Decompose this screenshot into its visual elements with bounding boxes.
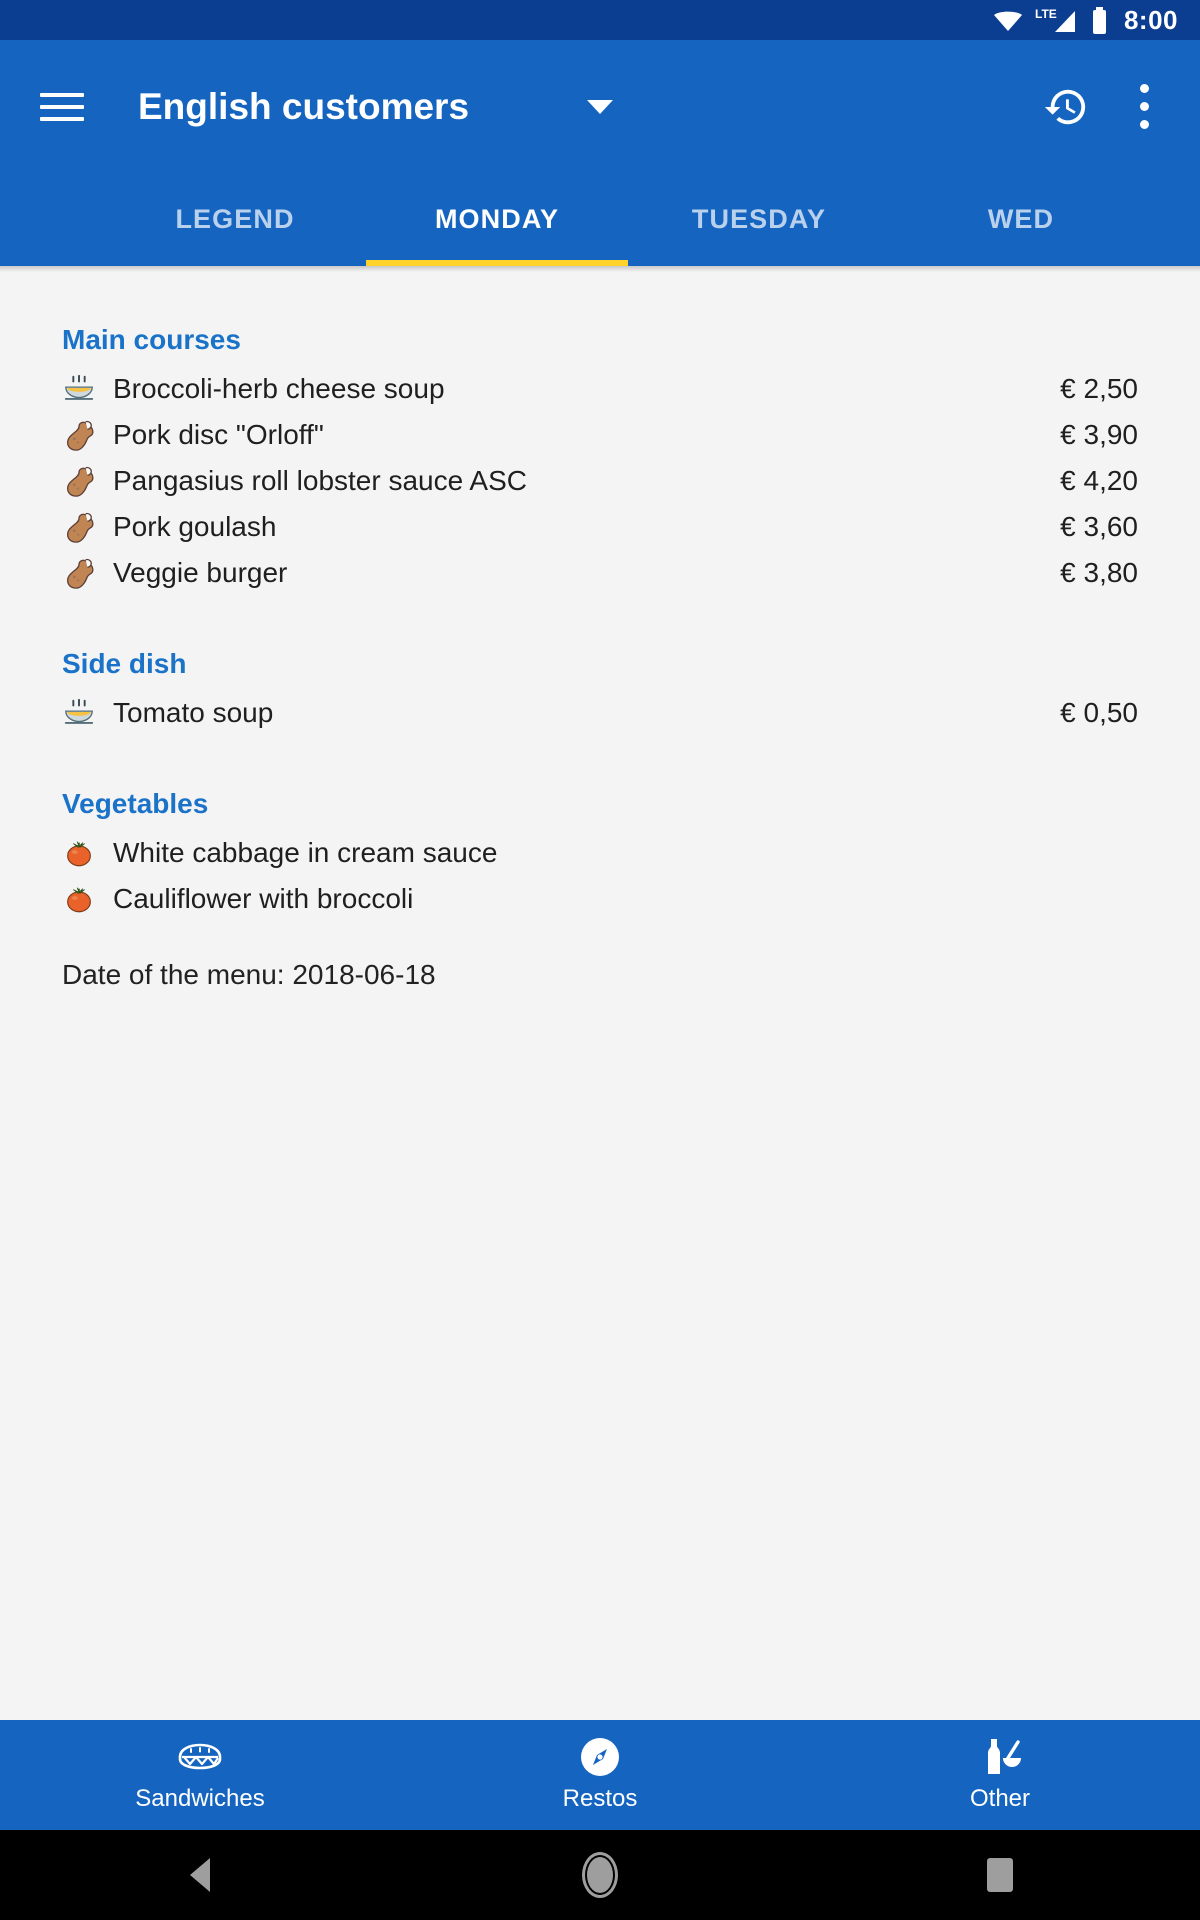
section-title: Vegetables — [62, 788, 209, 819]
tomato-icon — [62, 836, 112, 870]
bottom-nav-label: Restos — [562, 1785, 638, 1812]
soup-bowl-icon — [62, 372, 112, 406]
tab-strip: LEGEND MONDAY TUESDAY WED — [0, 173, 1152, 266]
menu-row[interactable]: Broccoli-herb cheese soup € 2,50 — [62, 366, 1138, 412]
dish-price: € 3,60 — [1060, 511, 1138, 542]
system-navigation-bar — [0, 1830, 1200, 1920]
bottom-nav-item-other[interactable]: Other — [800, 1737, 1200, 1813]
dish-price: € 4,20 — [1060, 465, 1138, 496]
menu-row[interactable]: White cabbage in cream sauce — [62, 830, 1138, 876]
hamburger-menu-icon[interactable] — [40, 79, 96, 135]
bottom-navigation: Sandwiches Restos Other — [0, 1720, 1200, 1830]
back-triangle-icon[interactable] — [0, 1858, 400, 1892]
tab-wednesday[interactable]: WED — [890, 173, 1152, 266]
meat-leg-icon — [62, 418, 112, 452]
meat-leg-icon — [62, 510, 112, 544]
bottom-nav-item-restos[interactable]: Restos — [400, 1737, 800, 1813]
meat-leg-icon — [62, 464, 112, 498]
day-tab-bar: LEGEND MONDAY TUESDAY WED — [0, 173, 1200, 266]
menu-date: Date of the menu: 2018-06-18 — [62, 959, 436, 990]
tab-tuesday[interactable]: TUESDAY — [628, 173, 890, 266]
tab-legend[interactable]: LEGEND — [104, 173, 366, 266]
menu-row[interactable]: Pork goulash € 3,60 — [62, 504, 1138, 550]
status-bar: LTE 8:00 — [0, 0, 1200, 40]
sandwich-icon — [176, 1737, 224, 1777]
dish-price: € 2,50 — [1060, 373, 1138, 404]
section-title: Main courses — [62, 324, 241, 355]
menu-row[interactable]: Pangasius roll lobster sauce ASC € 4,20 — [62, 458, 1138, 504]
bottom-nav-label: Other — [969, 1785, 1031, 1812]
more-vertical-icon[interactable] — [1120, 75, 1168, 139]
phone-screen: LTE 8:00 English customers LEGEND MONDAY… — [0, 0, 1200, 1920]
menu-row[interactable]: Cauliflower with broccoli — [62, 876, 1138, 922]
dish-price: € 3,90 — [1060, 419, 1138, 450]
dish-price: € 3,80 — [1060, 557, 1138, 588]
history-icon[interactable] — [1034, 75, 1098, 139]
caret-down-icon[interactable] — [587, 99, 614, 114]
meat-leg-icon — [62, 556, 112, 590]
menu-content: Main courses Broccoli-herb cheese soup €… — [0, 272, 1200, 1627]
menu-section-main-courses: Main courses Broccoli-herb cheese soup €… — [62, 272, 1138, 596]
soup-bowl-icon — [62, 696, 112, 730]
dish-name: Veggie burger — [113, 557, 288, 588]
recents-square-icon[interactable] — [800, 1858, 1200, 1892]
menu-section-side-dish: Side dish Tomato soup € 0,50 — [62, 600, 1138, 736]
page-title: English customers — [138, 85, 470, 127]
tomato-icon — [62, 882, 112, 916]
dish-price: € 0,50 — [1060, 697, 1138, 728]
dish-name: Tomato soup — [113, 697, 274, 728]
dish-name: Cauliflower with broccoli — [113, 883, 414, 914]
dish-name: Pork disc "Orloff" — [113, 419, 324, 450]
tab-monday[interactable]: MONDAY — [366, 173, 628, 266]
dish-name: White cabbage in cream sauce — [113, 837, 498, 868]
compass-icon — [579, 1737, 621, 1777]
dish-name: Pangasius roll lobster sauce ASC — [113, 465, 527, 496]
bottom-nav-label: Sandwiches — [135, 1785, 265, 1812]
cellular-signal-icon: LTE — [1035, 7, 1079, 33]
app-bar: English customers — [0, 40, 1200, 173]
menu-row[interactable]: Veggie burger € 3,80 — [62, 550, 1138, 596]
bottle-and-bowl-icon — [977, 1737, 1023, 1777]
menu-row[interactable]: Tomato soup € 0,50 — [62, 690, 1138, 736]
wifi-icon — [993, 8, 1023, 32]
menu-section-vegetables: Vegetables White cabbage in cream sauce … — [62, 740, 1138, 922]
battery-icon — [1091, 6, 1108, 34]
bottom-nav-item-sandwiches[interactable]: Sandwiches — [0, 1737, 400, 1813]
dish-name: Pork goulash — [113, 511, 277, 542]
status-bar-clock: 8:00 — [1123, 5, 1178, 35]
menu-row[interactable]: Pork disc "Orloff" € 3,90 — [62, 412, 1138, 458]
svg-text:LTE: LTE — [1035, 7, 1057, 21]
dish-name: Broccoli-herb cheese soup — [113, 373, 445, 404]
section-title: Side dish — [62, 648, 187, 679]
home-circle-icon[interactable] — [400, 1852, 800, 1898]
